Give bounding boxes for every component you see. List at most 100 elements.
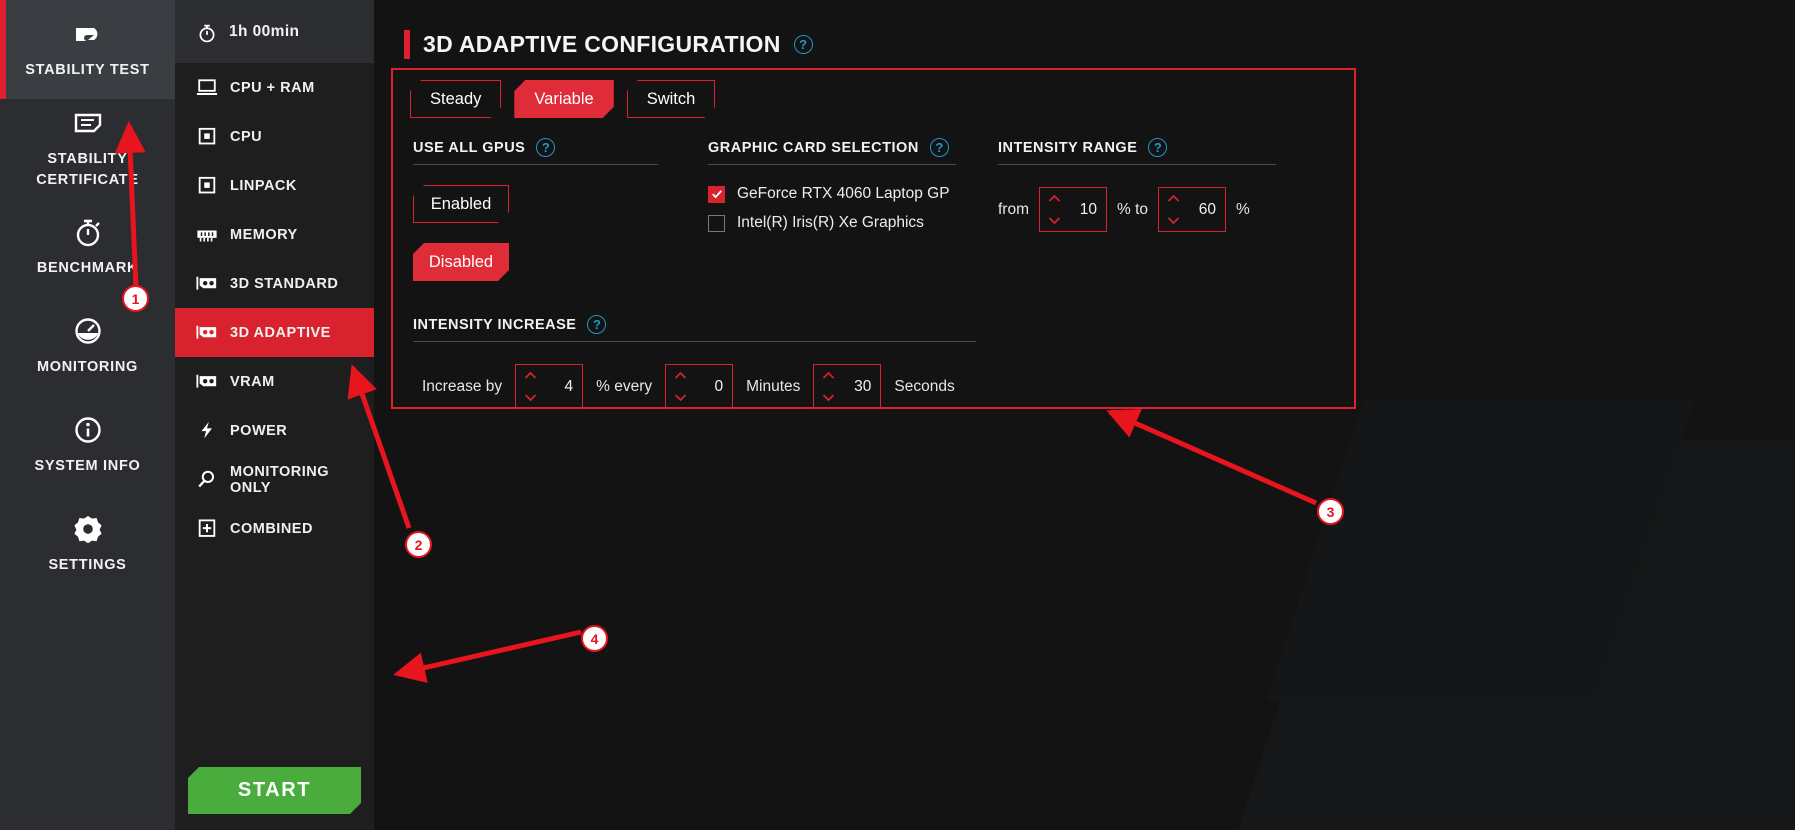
duration-label: 1h 00min <box>229 22 300 40</box>
duration-selector[interactable]: 1h 00min <box>175 0 374 63</box>
start-button[interactable]: START <box>188 767 361 814</box>
check-icon <box>711 190 722 199</box>
gpu-icon <box>196 323 218 343</box>
chevron-down-icon[interactable] <box>822 393 835 402</box>
snav-item-label: VRAM <box>230 373 275 390</box>
info-icon <box>71 413 105 447</box>
intensity-to-value: 60 <box>1198 200 1217 218</box>
help-icon[interactable]: ? <box>587 315 607 334</box>
snav-item-monitoring-only[interactable]: MONITORING ONLY <box>175 455 374 504</box>
section-title: INTENSITY INCREASE <box>413 316 577 333</box>
chevron-down-icon[interactable] <box>1048 216 1061 225</box>
sidebar-item-system-info[interactable]: SYSTEM INFO <box>0 396 175 495</box>
snav-item-memory[interactable]: MEMORY <box>175 210 374 259</box>
sidebar-item-label: STABILITY TEST <box>25 62 150 79</box>
section-header: GRAPHIC CARD SELECTION ? <box>708 138 956 165</box>
chevron-up-icon[interactable] <box>674 371 687 380</box>
sidebar-item-benchmark[interactable]: BENCHMARK <box>0 198 175 297</box>
snav-item-label: 3D STANDARD <box>230 275 339 292</box>
sidebar-item-label: MONITORING <box>37 359 138 376</box>
annotation-badge-1: 1 <box>122 285 149 312</box>
annotation-badge-4: 4 <box>581 625 608 652</box>
stopwatch-icon <box>71 215 105 249</box>
gear-icon <box>71 512 105 546</box>
help-icon[interactable]: ? <box>1148 138 1168 157</box>
annotation-badge-2: 2 <box>405 531 432 558</box>
magnifier-icon <box>196 470 218 490</box>
percent-to-label: % to <box>1117 200 1149 218</box>
chevron-up-icon[interactable] <box>524 371 537 380</box>
sidebar-item-stability-certificate[interactable]: STABILITY CERTIFICATE <box>0 99 175 198</box>
intensity-to-stepper[interactable]: 60 <box>1158 187 1227 232</box>
use-all-gpus-enabled-button[interactable]: Enabled <box>413 185 509 223</box>
sidebar-item-stability-test[interactable]: STABILITY TEST <box>0 0 175 99</box>
mode-tabs: Steady Variable Switch <box>410 80 715 118</box>
section-header: USE ALL GPUS ? <box>413 138 658 165</box>
seconds-stepper[interactable]: 30 <box>813 364 882 409</box>
list-item-label: Intel(R) Iris(R) Xe Graphics <box>737 214 924 231</box>
gpu-icon <box>196 274 218 294</box>
checkbox-gpu-0[interactable] <box>708 185 725 203</box>
snav-item-3d-standard[interactable]: 3D STANDARD <box>175 259 374 308</box>
list-item-label: GeForce RTX 4060 Laptop GP <box>737 185 950 202</box>
chevron-up-icon[interactable] <box>822 371 835 380</box>
application-window: STABILITY TEST STABILITY CERTIFICATE BEN… <box>0 0 1795 830</box>
seconds-value: 30 <box>854 377 872 395</box>
minutes-value: 0 <box>714 377 724 395</box>
minutes-stepper[interactable]: 0 <box>665 364 734 409</box>
chevron-up-icon[interactable] <box>1167 194 1180 203</box>
configuration-panel: Steady Variable Switch USE ALL GPUS ? En… <box>391 68 1356 409</box>
snav-item-combined[interactable]: COMBINED <box>175 504 374 553</box>
sidebar-item-label: BENCHMARK <box>36 260 139 277</box>
snav-item-cpu-ram[interactable]: CPU + RAM <box>175 63 374 112</box>
sidebar-item-label: STABILITY CERTIFICATE <box>36 150 139 188</box>
use-all-gpus-disabled-button[interactable]: Disabled <box>413 243 509 281</box>
snav-item-label: MONITORING ONLY <box>230 463 329 496</box>
tab-switch[interactable]: Switch <box>627 80 716 118</box>
snav-item-linpack[interactable]: LINPACK <box>175 161 374 210</box>
snav-item-label: COMBINED <box>230 520 313 537</box>
snav-item-vram[interactable]: VRAM <box>175 357 374 406</box>
snav-item-label: POWER <box>230 422 288 439</box>
intensity-range-section: INTENSITY RANGE ? from 10 % to 60 % <box>998 138 1276 232</box>
help-icon[interactable]: ? <box>536 138 556 157</box>
section-header: INTENSITY INCREASE ? <box>413 315 976 342</box>
increase-by-label: Increase by <box>422 377 503 395</box>
graphic-card-selection-section: GRAPHIC CARD SELECTION ? GeForce RTX 406… <box>708 138 956 232</box>
chevron-down-icon[interactable] <box>1167 216 1180 225</box>
tab-variable[interactable]: Variable <box>514 80 613 118</box>
logo-icon <box>71 17 105 51</box>
sidebar-item-monitoring[interactable]: MONITORING <box>0 297 175 396</box>
chevron-up-icon[interactable] <box>1048 194 1061 203</box>
certificate-icon <box>71 106 105 140</box>
increase-by-stepper[interactable]: 4 <box>515 364 584 409</box>
snav-item-power[interactable]: POWER <box>175 406 374 455</box>
intensity-increase-section: INTENSITY INCREASE ? Increase by 4 % eve… <box>413 315 976 409</box>
start-button-container: START <box>175 767 374 830</box>
snav-item-cpu[interactable]: CPU <box>175 112 374 161</box>
increase-by-value: 4 <box>564 377 574 395</box>
intensity-from-stepper[interactable]: 10 <box>1039 187 1107 232</box>
plus-box-icon <box>196 518 218 539</box>
stopwatch-icon <box>196 22 218 42</box>
annotation-badge-3: 3 <box>1317 498 1344 525</box>
laptop-icon <box>196 78 218 98</box>
checkbox-gpu-1[interactable] <box>708 214 725 232</box>
list-item[interactable]: Intel(R) Iris(R) Xe Graphics <box>708 214 956 232</box>
section-header: INTENSITY RANGE ? <box>998 138 1276 165</box>
bolt-icon <box>196 421 218 441</box>
tab-steady[interactable]: Steady <box>410 80 501 118</box>
section-title: INTENSITY RANGE <box>998 139 1138 156</box>
help-icon[interactable]: ? <box>793 35 813 54</box>
chevron-down-icon[interactable] <box>524 393 537 402</box>
test-type-sidebar: 1h 00min CPU + RAM CPU LINPACK MEMORY 3D… <box>175 0 374 830</box>
snav-item-label: CPU + RAM <box>230 79 315 96</box>
chevron-down-icon[interactable] <box>674 393 687 402</box>
memory-icon <box>196 225 218 245</box>
help-icon[interactable]: ? <box>929 138 949 157</box>
snav-item-3d-adaptive[interactable]: 3D ADAPTIVE <box>175 308 374 357</box>
list-item[interactable]: GeForce RTX 4060 Laptop GP <box>708 185 956 203</box>
page-header: 3D ADAPTIVE CONFIGURATION ? <box>404 30 813 59</box>
sidebar-item-settings[interactable]: SETTINGS <box>0 495 175 594</box>
